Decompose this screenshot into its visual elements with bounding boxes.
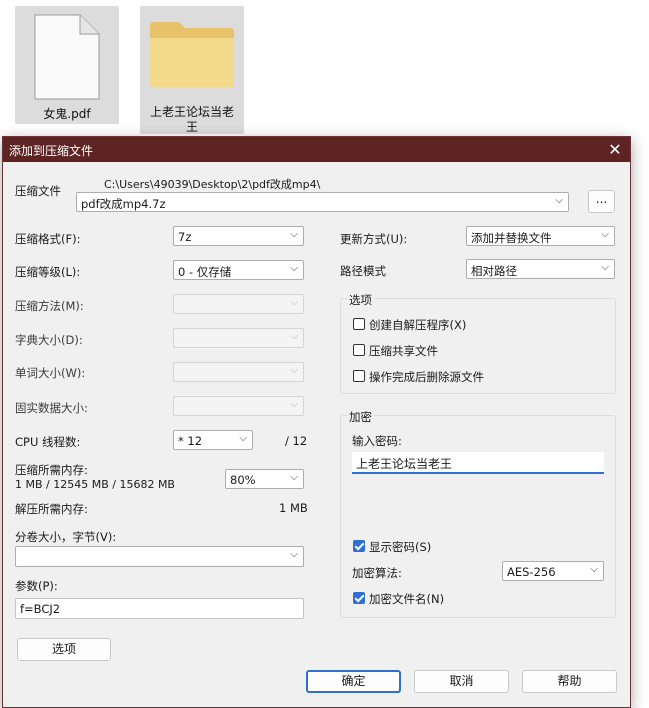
level-value: 0 - 仅存储 [178,265,232,279]
cpu-total: / 12 [285,434,308,448]
cpu-label: CPU 线程数: [15,435,81,449]
mem-compress-detail: 1 MB / 12545 MB / 15682 MB [15,478,175,491]
chevron-down-icon: ⌵ [590,564,598,575]
show-password-checkbox[interactable] [353,540,365,552]
chevron-down-icon: ⌵ [290,331,298,342]
mem-usage-value: 80% [230,473,256,487]
encryption-method-label: 加密算法: [352,566,402,580]
params-value: f=BCJ2 [20,602,61,616]
path-mode-value: 相对路径 [471,264,517,278]
archive-label: 压缩文件 [15,184,61,198]
format-value: 7z [178,230,192,244]
archive-filename-value: pdf改成mp4.7z [81,197,166,211]
chevron-down-icon: ⌵ [555,195,563,206]
desktop-item-label: 上老王论坛当老王 [149,105,234,134]
password-value: 上老王论坛当老王 [356,457,453,471]
path-mode-select[interactable]: 相对路径 ⌵ [466,259,615,279]
dictionary-label: 字典大小(D): [15,333,83,347]
volume-select[interactable]: ⌵ [15,546,304,567]
delete-label[interactable]: 操作完成后删除源文件 [369,369,484,385]
close-icon[interactable]: ✕ [600,137,630,162]
level-select[interactable]: 0 - 仅存储 ⌵ [173,260,304,280]
solid-select[interactable]: ⌵ [173,396,304,416]
password-label: 输入密码: [352,434,402,448]
chevron-down-icon: ⌵ [239,433,247,444]
archive-filename-combo[interactable]: pdf改成mp4.7z ⌵ [76,192,569,212]
params-input[interactable]: f=BCJ2 [15,598,304,619]
desktop-item-label: 女鬼.pdf [43,107,91,121]
encryption-group-title: 加密 [347,409,374,425]
pdf-file-icon [34,14,100,100]
level-label: 压缩等级(L): [15,265,81,279]
cancel-button[interactable]: 取消 [414,670,509,693]
word-select[interactable]: ⌵ [173,362,304,382]
dialog-titlebar[interactable]: 添加到压缩文件 ✕ [3,137,630,162]
encryption-method-select[interactable]: AES-256 ⌵ [502,561,604,581]
update-select[interactable]: 添加并替换文件 ⌵ [466,226,615,246]
shared-checkbox[interactable] [353,344,365,356]
chevron-down-icon: ⌵ [290,263,298,274]
options-group-title: 选项 [347,292,374,308]
encrypt-names-label[interactable]: 加密文件名(N) [369,591,444,607]
show-password-label[interactable]: 显示密码(S) [369,539,431,555]
chevron-down-icon: ⌵ [601,229,609,240]
password-input[interactable]: 上老王论坛当老王 [352,452,604,474]
chevron-down-icon: ⌵ [290,365,298,376]
word-label: 单词大小(W): [15,366,86,380]
encryption-method-value: AES-256 [507,565,556,579]
options-button[interactable]: 选项 [17,638,111,661]
dictionary-select[interactable]: ⌵ [173,328,304,348]
chevron-down-icon: ⌵ [601,262,609,273]
mem-compress-label: 压缩所需内存: [15,463,88,477]
method-label: 压缩方法(M): [15,299,84,313]
volume-label: 分卷大小，字节(V): [15,530,117,544]
dialog-title: 添加到压缩文件 [9,144,94,158]
format-label: 压缩格式(F): [15,232,81,246]
encrypt-names-checkbox[interactable] [353,592,365,604]
archive-path: C:\Users\49039\Desktop\2\pdf改成mp4\ [104,178,321,191]
add-to-archive-dialog: 添加到压缩文件 ✕ 压缩文件 C:\Users\49039\Desktop\2\… [2,136,631,708]
cpu-select[interactable]: * 12 ⌵ [173,430,253,450]
delete-checkbox[interactable] [353,370,365,382]
mem-decompress-value: 1 MB [279,501,308,515]
browse-button[interactable]: ... [588,190,615,213]
mem-decompress-label: 解压所需内存: [15,502,88,516]
chevron-down-icon: ⌵ [290,472,298,483]
folder-icon [150,22,234,87]
method-select[interactable]: ⌵ [173,294,304,314]
ok-button[interactable]: 确定 [306,670,401,693]
cpu-value: * 12 [178,434,203,448]
sfx-checkbox[interactable] [353,318,365,330]
mem-usage-select[interactable]: 80% ⌵ [225,469,304,489]
chevron-down-icon: ⌵ [290,297,298,308]
chevron-down-icon: ⌵ [290,399,298,410]
help-button[interactable]: 帮助 [522,670,617,693]
chevron-down-icon: ⌵ [290,229,298,240]
shared-label[interactable]: 压缩共享文件 [369,343,438,359]
path-mode-label: 路径模式 [340,264,386,278]
params-label: 参数(P): [15,579,58,593]
solid-label: 固实数据大小: [15,401,88,415]
format-select[interactable]: 7z ⌵ [173,226,304,246]
sfx-label[interactable]: 创建自解压程序(X) [369,317,466,333]
chevron-down-icon: ⌵ [290,549,298,560]
update-label: 更新方式(U): [340,232,408,246]
desktop-item-pdf[interactable]: 女鬼.pdf [15,6,119,124]
update-value: 添加并替换文件 [471,231,552,245]
desktop-item-folder[interactable]: 上老王论坛当老王 [140,6,244,134]
